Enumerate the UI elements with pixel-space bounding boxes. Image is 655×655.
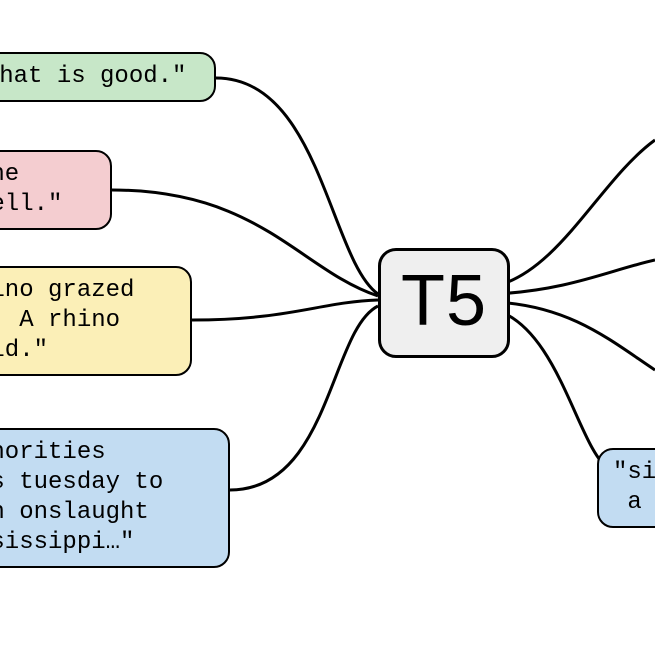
- input-box-pink: The well.": [0, 150, 112, 230]
- input-box-yellow: hino grazed 2: A rhino eld.": [0, 266, 192, 376]
- edge-green-to-center: [216, 78, 378, 294]
- edge-center-to-output-blue: [496, 310, 610, 470]
- edge-center-to-mid-right: [496, 260, 655, 294]
- edge-center-to-low-right: [496, 302, 655, 370]
- input-box-blue: thorities ws tuesday to an onslaught ssi…: [0, 428, 230, 568]
- edge-center-to-top-right: [496, 140, 655, 286]
- edge-yellow-to-center: [192, 300, 378, 320]
- diagram-stage: T5 : That is good." The well." hino graz…: [0, 0, 655, 655]
- center-node: T5: [378, 248, 510, 358]
- output-box-blue: "si a: [597, 448, 655, 528]
- edge-blue-to-center: [230, 306, 378, 490]
- input-box-green: : That is good.": [0, 52, 216, 102]
